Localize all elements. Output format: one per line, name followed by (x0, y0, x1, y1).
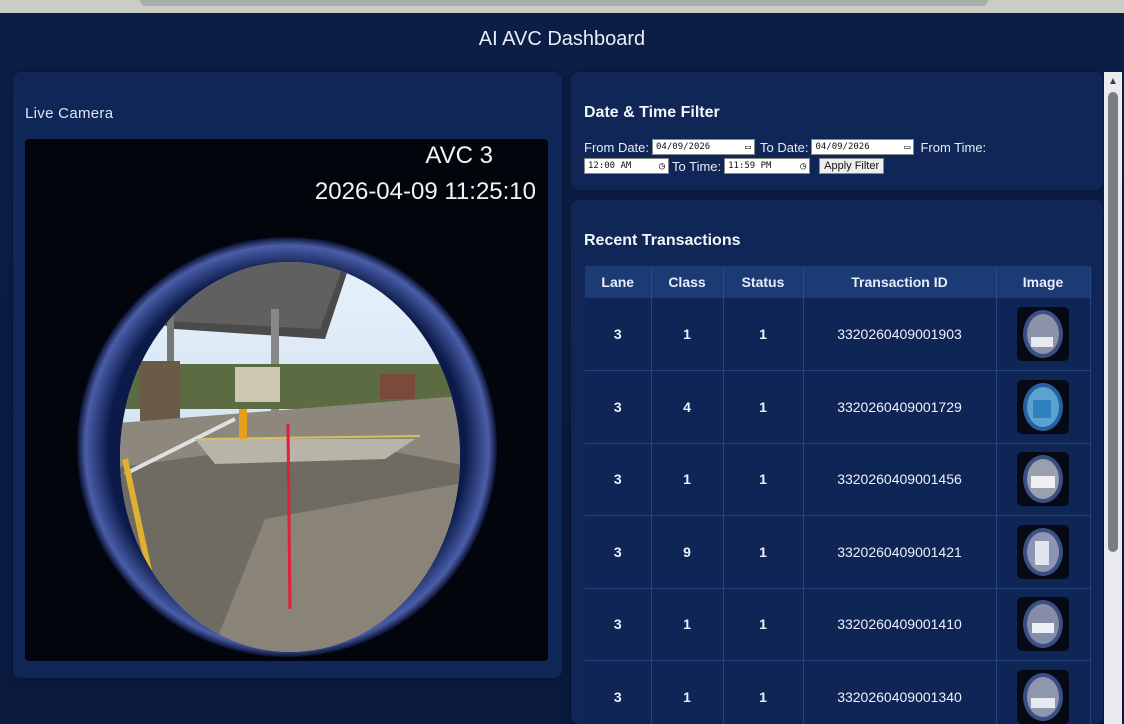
calendar-icon[interactable]: ▭ (904, 142, 910, 153)
date-time-filter-panel: Date & Time Filter From Date: 04/09/2026… (571, 72, 1103, 190)
table-row[interactable]: 3 4 1 3320260409001729 (585, 370, 1091, 444)
cell-status: 1 (723, 443, 804, 516)
camera-overlay-timestamp: 2026-04-09 11:25:10 (314, 178, 536, 205)
clock-icon[interactable]: ◷ (659, 161, 665, 172)
column-header-status[interactable]: Status (723, 266, 804, 298)
cell-class: 4 (651, 370, 724, 444)
cell-image (996, 370, 1091, 444)
live-camera-panel: Live Camera AVC 3 2026-04-09 11:25:10 (13, 72, 562, 678)
cell-lane: 3 (585, 660, 652, 724)
column-header-lane[interactable]: Lane (585, 266, 652, 298)
scrollbar-thumb[interactable] (1108, 92, 1118, 552)
filter-title: Date & Time Filter (584, 104, 720, 121)
cell-transaction-id: 3320260409001421 (803, 515, 997, 589)
from-date-label: From Date: (584, 139, 650, 155)
cell-transaction-id: 3320260409001410 (803, 588, 997, 661)
cell-status: 1 (723, 370, 804, 444)
cell-class: 1 (651, 298, 724, 371)
table-row[interactable]: 3 1 1 3320260409001456 (585, 443, 1091, 516)
table-row[interactable]: 3 1 1 3320260409001340 (585, 660, 1091, 724)
cell-lane: 3 (585, 298, 652, 371)
browser-address-pill (140, 0, 988, 6)
transaction-thumbnail[interactable] (1017, 307, 1069, 361)
cell-status: 1 (723, 515, 804, 589)
column-header-transaction-id[interactable]: Transaction ID (803, 266, 997, 298)
to-time-input[interactable]: 11:59 PM ◷ (724, 158, 811, 174)
camera-feed: AVC 3 2026-04-09 11:25:10 (25, 139, 548, 661)
cell-transaction-id: 3320260409001903 (803, 298, 997, 371)
cell-image (996, 588, 1091, 661)
transactions-title: Recent Transactions (584, 232, 741, 249)
cell-status: 1 (723, 660, 804, 724)
transaction-thumbnail[interactable] (1017, 379, 1069, 434)
cell-image (996, 660, 1091, 724)
column-header-class[interactable]: Class (651, 266, 724, 298)
filter-row-2: 12:00 AM ◷ To Time: 11:59 PM ◷ Apply Fil… (584, 158, 885, 174)
fisheye-camera-image (77, 237, 497, 657)
from-time-label: From Time: (920, 139, 987, 155)
filter-row-1: From Date: 04/09/2026 ▭ To Date: 04/09/2… (584, 139, 986, 155)
cell-transaction-id: 3320260409001340 (803, 660, 997, 724)
cell-transaction-id: 3320260409001729 (803, 370, 997, 444)
scroll-up-arrow-icon[interactable]: ▲ (1104, 72, 1122, 90)
cell-lane: 3 (585, 443, 652, 516)
calendar-icon[interactable]: ▭ (745, 142, 751, 153)
transaction-thumbnail[interactable] (1017, 452, 1069, 507)
page-title: AI AVC Dashboard (478, 27, 646, 50)
cell-image (996, 443, 1091, 516)
cell-lane: 3 (585, 370, 652, 444)
clock-icon[interactable]: ◷ (800, 161, 806, 172)
from-time-input[interactable]: 12:00 AM ◷ (584, 158, 669, 174)
to-time-label: To Time: (672, 158, 722, 174)
apply-filter-button[interactable]: Apply Filter (819, 158, 885, 174)
cell-class: 9 (651, 515, 724, 589)
table-row[interactable]: 3 9 1 3320260409001421 (585, 515, 1091, 589)
cell-lane: 3 (585, 588, 652, 661)
table-row[interactable]: 3 1 1 3320260409001410 (585, 588, 1091, 661)
dashboard-header: AI AVC Dashboard (0, 13, 1124, 65)
cell-class: 1 (651, 443, 724, 516)
cell-class: 1 (651, 660, 724, 724)
cell-image (996, 515, 1091, 589)
recent-transactions-panel: Recent Transactions Lane Class Status Tr… (571, 200, 1103, 724)
transaction-thumbnail[interactable] (1017, 669, 1069, 724)
cell-lane: 3 (585, 515, 652, 589)
from-date-input[interactable]: 04/09/2026 ▭ (652, 139, 756, 155)
cell-status: 1 (723, 298, 804, 371)
cell-status: 1 (723, 588, 804, 661)
cell-image (996, 298, 1091, 371)
cell-class: 1 (651, 588, 724, 661)
to-date-input[interactable]: 04/09/2026 ▭ (811, 139, 915, 155)
live-camera-title: Live Camera (25, 105, 114, 122)
transaction-thumbnail[interactable] (1017, 597, 1069, 652)
transaction-thumbnail[interactable] (1017, 524, 1069, 579)
cell-transaction-id: 3320260409001456 (803, 443, 997, 516)
column-header-image[interactable]: Image (996, 266, 1091, 298)
camera-overlay-label: AVC 3 (425, 142, 493, 169)
to-date-label: To Date: (760, 139, 809, 155)
table-row[interactable]: 3 1 1 3320260409001903 (585, 298, 1091, 371)
table-header-row: Lane Class Status Transaction ID Image (585, 266, 1091, 298)
transactions-table: Lane Class Status Transaction ID Image 3… (585, 266, 1091, 724)
browser-top-strip (0, 0, 1124, 13)
page-scrollbar[interactable]: ▲ (1104, 72, 1122, 724)
